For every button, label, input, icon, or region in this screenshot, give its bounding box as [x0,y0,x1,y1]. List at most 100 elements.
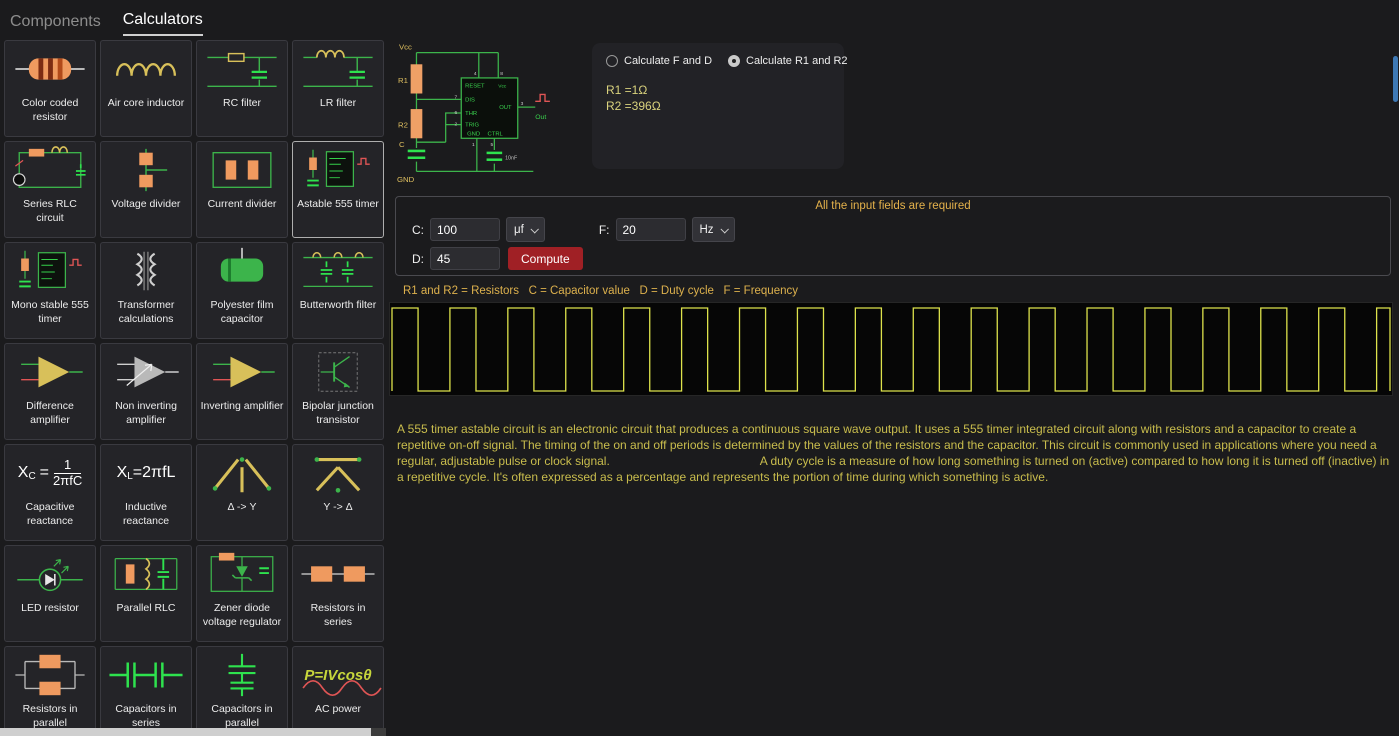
capacitors-series-icon [101,647,191,703]
chip-trig-label: TRIG [465,123,479,129]
calc-tile-inductive-reactance[interactable]: XL=2πfL Inductive reactance [100,444,192,541]
calc-tile-air-core-inductor[interactable]: Air core inductor [100,40,192,137]
calc-tile-rc-filter[interactable]: RC filter [196,40,288,137]
tab-components[interactable]: Components [10,13,101,36]
calc-tile-color-coded-resistor[interactable]: Color coded resistor [4,40,96,137]
resistor-r1 [411,64,423,93]
f-input[interactable] [616,218,686,241]
radio-circle-icon [606,55,618,67]
inductor-coil-icon [101,41,191,97]
parallel-rlc-icon [101,546,191,602]
form-row-1: C: μf F: Hz [412,217,1390,242]
chevron-down-icon [530,225,538,233]
chip-reset-label: RESET [465,84,485,90]
vcc-label: Vcc [399,43,412,52]
result-r2: R2 =396Ω [606,99,830,115]
chip-gnd-label: GND [467,131,480,137]
calc-tile-capacitors-in-series[interactable]: Capacitors in series [100,646,192,728]
gnd-label: GND [397,175,415,184]
square-wave-chart [390,303,1392,395]
out-label: Out [535,114,546,121]
calc-tile-inverting-amplifier[interactable]: Inverting amplifier [196,343,288,440]
chip-thr-label: THR [465,111,477,117]
calc-tile-led-resistor[interactable]: LED resistor [4,545,96,642]
monostable-555-icon [5,243,95,299]
calc-tile-bipolar-junction-transistor[interactable]: Bipolar junction transistor [292,343,384,440]
chevron-down-icon [720,225,728,233]
color-coded-resistor-icon [5,41,95,97]
description-text: A 555 timer astable circuit is an electr… [397,422,1391,486]
calc-tile-ac-power[interactable]: P=IVcosθ AC power [292,646,384,728]
r2-label: R2 [398,121,408,130]
calculator-panel: Vcc R1 R2 C GND RESET DIS THR TRIG GND C… [389,38,1399,736]
top-row: Vcc R1 R2 C GND RESET DIS THR TRIG GND C… [389,38,1399,188]
c-label: C [399,140,405,149]
mode-radios: Calculate F and D Calculate R1 and R2 [606,55,830,67]
current-divider-icon [197,142,287,198]
radio-calculate-r1-and-r2[interactable]: Calculate R1 and R2 [728,55,848,67]
astable-555-circuit-diagram: Vcc R1 R2 C GND RESET DIS THR TRIG GND C… [397,38,582,186]
radio-label: Calculate F and D [624,55,712,67]
calc-tile-polyester-film-capacitor[interactable]: Polyester film capacitor [196,242,288,339]
vertical-scrollbar-thumb[interactable] [1393,56,1398,102]
d-label: D: [412,252,424,266]
chip-vcc-label: Vcc [498,84,507,90]
options-panel: Calculate F and D Calculate R1 and R2 R1… [592,43,844,169]
tab-calculators[interactable]: Calculators [123,11,203,36]
rc-filter-icon [197,41,287,97]
output-pulse-icon [535,94,550,101]
series-rlc-icon [5,142,95,198]
input-form: All the input fields are required C: μf … [395,196,1391,276]
inverting-amplifier-icon [197,344,287,400]
film-capacitor-icon [197,243,287,299]
calc-tile-non-inverting-amplifier[interactable]: Non inverting amplifier [100,343,192,440]
calc-tile-astable-555-timer[interactable]: Astable 555 timer [292,141,384,238]
calc-tile-current-divider[interactable]: Current divider [196,141,288,238]
sidebar-horizontal-scrollbar[interactable] [0,728,386,736]
calc-tile-delta-to-y[interactable]: Δ -> Y [196,444,288,541]
legend: R1 and R2 = Resistors C = Capacitor valu… [403,285,1399,297]
capacitors-parallel-icon [197,647,287,703]
calc-tile-lr-filter[interactable]: LR filter [292,40,384,137]
calc-tile-mono-stable-555-timer[interactable]: Mono stable 555 timer [4,242,96,339]
c-label: C: [412,223,424,237]
resistors-series-icon [293,546,383,602]
voltage-divider-icon [101,142,191,198]
r1-label: R1 [398,76,408,85]
pin-7: 7 [454,94,457,100]
radio-circle-checked-icon [728,55,740,67]
pin-2: 2 [454,122,457,128]
bjt-icon [293,344,383,400]
f-unit-value: Hz [700,224,714,236]
calc-tile-butterworth-filter[interactable]: Butterworth filter [292,242,384,339]
form-row-2: D: Compute [412,247,1390,270]
calc-tile-zener-diode-voltage-regulator[interactable]: Zener diode voltage regulator [196,545,288,642]
calc-tile-parallel-rlc[interactable]: Parallel RLC [100,545,192,642]
d-input[interactable] [430,247,500,270]
calc-tile-capacitive-reactance[interactable]: XC=12πfC Capacitive reactance [4,444,96,541]
calc-tile-transformer-calculations[interactable]: Transformer calculations [100,242,192,339]
c-unit-select[interactable]: μf [506,217,545,242]
calc-tile-capacitors-in-parallel[interactable]: Capacitors in parallel [196,646,288,728]
butterworth-filter-icon [293,243,383,299]
c-input[interactable] [430,218,500,241]
pin-3: 3 [521,101,524,107]
pin-1: 1 [472,142,475,148]
calc-tile-series-rlc-circuit[interactable]: Series RLC circuit [4,141,96,238]
resistors-parallel-icon [5,647,95,703]
calc-tile-resistors-in-series[interactable]: Resistors in series [292,545,384,642]
radio-calculate-f-and-d[interactable]: Calculate F and D [606,55,712,67]
calc-tile-voltage-divider[interactable]: Voltage divider [100,141,192,238]
tab-bar: Components Calculators [0,0,1399,36]
calc-tile-resistors-in-parallel[interactable]: Resistors in parallel [4,646,96,728]
pin-5: 5 [490,142,493,148]
compute-button[interactable]: Compute [508,247,583,270]
horizontal-scrollbar-thumb[interactable] [0,728,371,736]
calc-tile-y-to-delta[interactable]: Y -> Δ [292,444,384,541]
chip-out-label: OUT [499,105,512,111]
resistor-r2 [411,109,423,138]
calc-tile-difference-amplifier[interactable]: Difference amplifier [4,343,96,440]
capacitive-reactance-formula: XC=12πfC [5,445,95,501]
c-unit-value: μf [514,224,524,236]
f-unit-select[interactable]: Hz [692,217,735,242]
